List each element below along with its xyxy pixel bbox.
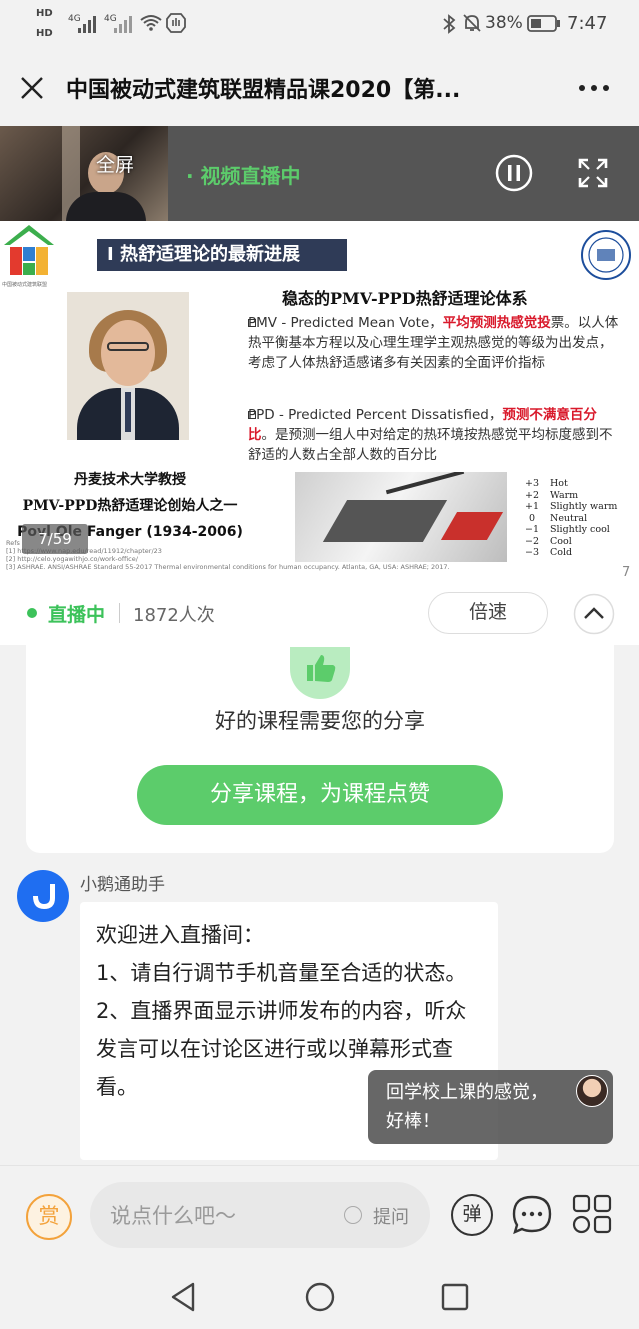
title-bar: 中国被动式建筑联盟精品课2020【第... [0,48,639,126]
battery-icon [527,15,560,32]
danmaku-toggle-button[interactable]: 弹 [451,1194,493,1236]
chat-bubble-icon[interactable] [511,1194,553,1236]
presentation-slide: 中国被动式建筑联盟 I 热舒适理论的最新进展 稳态的PMV-PPD热舒适理论体系… [0,221,639,583]
comment-placeholder: 说点什么吧～ [110,1204,236,1228]
goose-logo-icon [33,884,55,909]
viewer-count: 1872人次 [133,605,215,626]
question-radio[interactable] [344,1206,362,1224]
live-dot-icon [27,608,37,618]
hand-icon [166,13,186,33]
danmaku-bubble: 回学校上课的感觉，好棒！ [368,1070,613,1144]
wifi-icon [140,15,162,31]
danmaku-avatar [576,1075,608,1107]
video-strip: 全屏 · 视频直播中 [0,126,639,221]
status-bar: HD HD 4G 4G 38% 7:47 [0,0,639,48]
bluetooth-icon [443,14,456,34]
logo-caption: 中国被动式建筑联盟 [2,282,48,288]
signal-icon [78,16,96,33]
clock: 7:47 [567,13,608,34]
page-title: 中国被动式建筑联盟精品课2020【第... [66,78,461,103]
comment-input[interactable]: 说点什么吧～ 提问 [90,1182,430,1248]
ppd-bullet: PPD - Predicted Percent Dissatisfied，预测不… [248,407,613,463]
thumbs-up-icon [290,647,350,699]
assistant-avatar[interactable] [17,870,69,922]
home-circle-icon[interactable] [305,1282,335,1312]
fullscreen-label[interactable]: 全屏 [96,150,134,177]
slide-page-badge: 7/59 [22,524,88,554]
university-seal-icon [581,230,631,280]
collapse-chevron-icon[interactable] [573,593,615,635]
divider [119,603,120,623]
alliance-logo-icon [4,225,54,275]
share-course-button[interactable]: 分享课程，为课程点赞 [137,765,503,825]
battery-percent: 38% [485,13,523,33]
live-status-bar: 直播中 1872人次 倍速 [0,583,639,645]
slide-page-number: 7 [622,565,631,580]
hd-indicator: HD HD [36,8,53,39]
slide-references: Refs [1] https://www.nap.edu/read/11912/… [6,539,450,571]
signal-icon-2 [114,16,132,33]
reward-button[interactable]: 赏 [26,1194,72,1240]
grid-menu-icon[interactable] [572,1194,612,1234]
back-triangle-icon[interactable] [170,1282,196,1312]
close-icon[interactable] [20,76,44,100]
share-card: 好的课程需要您的分享 分享课程，为课程点赞 [26,645,614,853]
mute-bell-icon [463,14,481,32]
fullscreen-icon[interactable] [577,157,609,189]
live-video-label: · 视频直播中 [186,164,301,188]
input-bar: 赏 说点什么吧～ 提问 弹 [0,1165,639,1261]
sender-name: 小鹅通助手 [80,875,165,895]
live-status: 直播中 [48,604,106,626]
pmv-bullet: PMV - Predicted Mean Vote，平均预测热感觉投票。以人体热… [248,315,619,371]
question-label[interactable]: 提问 [373,1203,409,1229]
recent-apps-square-icon[interactable] [441,1283,469,1311]
fanger-portrait [67,292,189,440]
chat-area: 小鹅通助手 欢迎进入直播间： 1、请自行调节手机音量至合适的状态。 2、直播界面… [0,853,639,1165]
share-message: 好的课程需要您的分享 [215,709,425,733]
more-options-icon[interactable] [578,84,610,92]
speaker-video[interactable]: 全屏 [0,126,168,221]
pause-icon[interactable] [495,154,533,192]
system-nav-bar [0,1261,639,1329]
slide-heading: I 热舒适理论的最新进展 [97,239,347,271]
slide-subtitle: 稳态的PMV-PPD热舒适理论体系 [282,289,528,308]
speed-button[interactable]: 倍速 [428,592,548,634]
